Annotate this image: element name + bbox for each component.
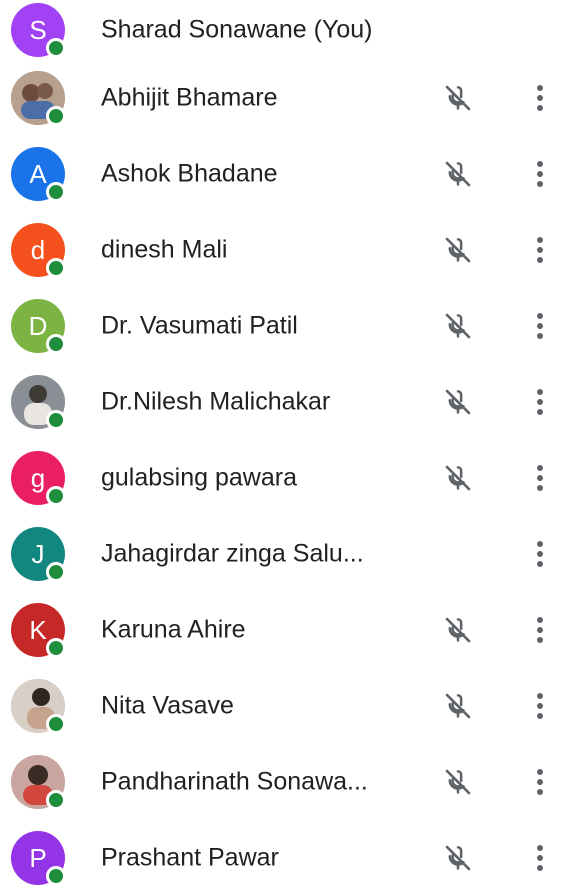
participant-avatar-wrap: S: [11, 3, 66, 58]
online-status-dot: [46, 38, 66, 58]
mic-off-icon: [441, 765, 475, 799]
mic-off-icon: [441, 233, 475, 267]
more-options-button[interactable]: [527, 385, 553, 419]
online-status-dot: [46, 182, 66, 202]
participant-avatar-wrap: P: [11, 831, 66, 886]
participant-avatar-wrap: A: [11, 147, 66, 202]
kebab-icon: [537, 845, 543, 871]
participant-name: Ashok Bhadane: [101, 159, 278, 188]
online-status-dot: [46, 790, 66, 810]
participant-row[interactable]: Abhijit Bhamare: [0, 60, 564, 136]
participant-name: Sharad Sonawane (You): [101, 15, 373, 44]
more-options-button[interactable]: [527, 765, 553, 799]
participant-name: Jahagirdar zinga Salu...: [101, 539, 364, 568]
mic-off-icon: [441, 385, 475, 419]
participant-avatar-wrap: d: [11, 223, 66, 278]
more-options-button[interactable]: [527, 309, 553, 343]
participant-avatar-wrap: g: [11, 451, 66, 506]
participant-avatar-wrap: [11, 679, 66, 734]
kebab-icon: [537, 541, 543, 567]
participant-row[interactable]: Dr.Nilesh Malichakar: [0, 364, 564, 440]
online-status-dot: [46, 486, 66, 506]
more-options-button[interactable]: [527, 689, 553, 723]
mic-off-icon: [441, 461, 475, 495]
kebab-icon: [537, 237, 543, 263]
online-status-dot: [46, 410, 66, 430]
participant-row[interactable]: J Jahagirdar zinga Salu...: [0, 516, 564, 592]
participant-row[interactable]: A Ashok Bhadane: [0, 136, 564, 212]
mic-off-icon: [441, 841, 475, 875]
participant-row[interactable]: D Dr. Vasumati Patil: [0, 288, 564, 364]
participant-row[interactable]: d dinesh Mali: [0, 212, 564, 288]
kebab-icon: [537, 313, 543, 339]
online-status-dot: [46, 866, 66, 886]
mic-off-icon: [441, 309, 475, 343]
more-options-button[interactable]: [527, 81, 553, 115]
participant-avatar-wrap: D: [11, 299, 66, 354]
participant-row[interactable]: K Karuna Ahire: [0, 592, 564, 668]
kebab-icon: [537, 161, 543, 187]
mic-off-icon: [441, 81, 475, 115]
mic-off-icon: [441, 613, 475, 647]
participant-row[interactable]: P Prashant Pawar: [0, 820, 564, 896]
online-status-dot: [46, 714, 66, 734]
participant-name: Dr.Nilesh Malichakar: [101, 387, 331, 416]
more-options-button[interactable]: [527, 233, 553, 267]
participant-avatar-wrap: [11, 71, 66, 126]
participant-name: Abhijit Bhamare: [101, 83, 278, 112]
more-options-button[interactable]: [527, 461, 553, 495]
participant-row[interactable]: S Sharad Sonawane (You): [0, 0, 564, 68]
participant-name: Prashant Pawar: [101, 843, 279, 872]
kebab-icon: [537, 465, 543, 491]
participant-avatar-wrap: J: [11, 527, 66, 582]
participant-name: Karuna Ahire: [101, 615, 246, 644]
online-status-dot: [46, 258, 66, 278]
online-status-dot: [46, 334, 66, 354]
kebab-icon: [537, 617, 543, 643]
kebab-icon: [537, 85, 543, 111]
more-options-button[interactable]: [527, 613, 553, 647]
participant-name: Pandharinath Sonawa...: [101, 767, 368, 796]
participant-avatar-wrap: [11, 375, 66, 430]
more-options-button[interactable]: [527, 537, 553, 571]
more-options-button[interactable]: [527, 841, 553, 875]
kebab-icon: [537, 769, 543, 795]
participants-list: S Sharad Sonawane (You) Abhijit Bhamare: [0, 0, 564, 886]
participant-name: Dr. Vasumati Patil: [101, 311, 298, 340]
mic-off-icon: [441, 157, 475, 191]
participant-row[interactable]: Nita Vasave: [0, 668, 564, 744]
online-status-dot: [46, 106, 66, 126]
participant-name: dinesh Mali: [101, 235, 228, 264]
participant-avatar-wrap: [11, 755, 66, 810]
kebab-icon: [537, 389, 543, 415]
participant-row[interactable]: Pandharinath Sonawa...: [0, 744, 564, 820]
mic-off-icon: [441, 689, 475, 723]
participant-name: Nita Vasave: [101, 691, 234, 720]
more-options-button[interactable]: [527, 157, 553, 191]
participant-row[interactable]: g gulabsing pawara: [0, 440, 564, 516]
online-status-dot: [46, 638, 66, 658]
online-status-dot: [46, 562, 66, 582]
participant-name: gulabsing pawara: [101, 463, 297, 492]
participant-avatar-wrap: K: [11, 603, 66, 658]
kebab-icon: [537, 693, 543, 719]
